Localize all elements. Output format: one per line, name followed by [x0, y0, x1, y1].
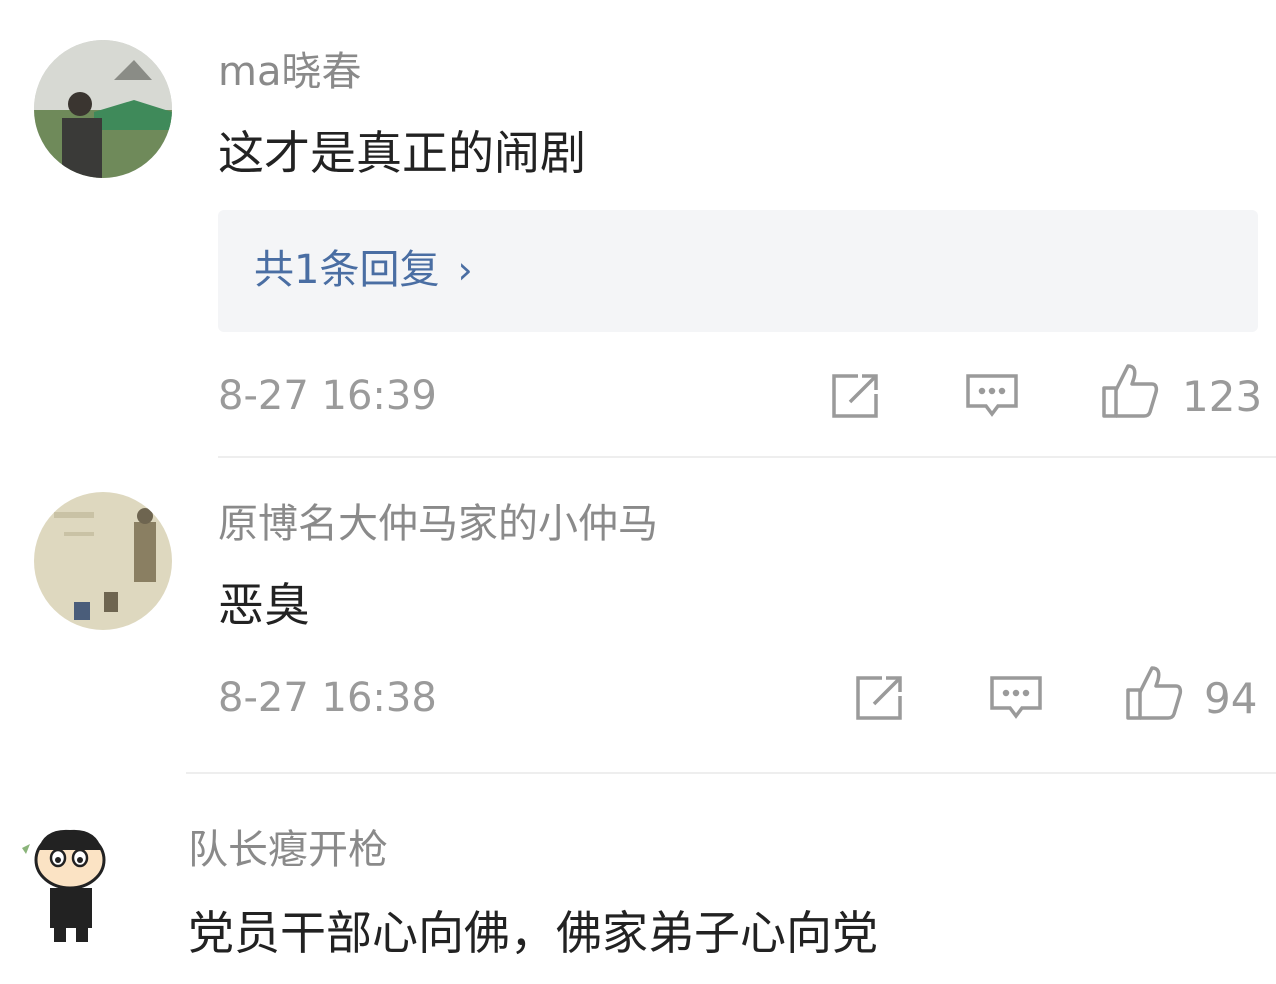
avatar[interactable]: [34, 40, 172, 178]
username[interactable]: ma晓春: [218, 52, 361, 92]
timestamp: 8-27 16:39: [218, 373, 437, 419]
comment-text: 这才是真正的闹剧: [218, 126, 586, 180]
username[interactable]: 队长瘪开枪: [188, 830, 388, 870]
comment-item: 队长瘪开枪 党员干部心向佛，佛家弟子心向党: [0, 776, 1276, 984]
share-icon[interactable]: [852, 674, 906, 726]
timestamp: 8-27 16:38: [218, 675, 437, 721]
divider: [218, 456, 1276, 458]
username[interactable]: 原博名大仲马家的小仲马: [218, 504, 658, 544]
comment-item: ma晓春 这才是真正的闹剧 共1条回复 › 8-27 16:39 123: [0, 0, 1276, 460]
thumbs-up-icon[interactable]: [1124, 664, 1184, 726]
like-count: 94: [1204, 674, 1258, 723]
reply-summary-box[interactable]: 共1条回复 ›: [218, 210, 1258, 332]
view-replies-link[interactable]: 共1条回复 ›: [254, 250, 473, 290]
comment-icon[interactable]: [988, 674, 1044, 726]
comment-text: 党员干部心向佛，佛家弟子心向党: [188, 906, 878, 960]
like-count: 123: [1182, 372, 1263, 421]
divider: [186, 772, 1276, 774]
chevron-right-icon: ›: [457, 248, 473, 292]
share-icon[interactable]: [828, 372, 882, 424]
reply-count-label: 共1条回复: [254, 247, 440, 293]
comment-text: 恶臭: [218, 578, 310, 632]
comment-icon[interactable]: [964, 372, 1020, 424]
avatar[interactable]: [34, 492, 172, 630]
avatar[interactable]: [4, 814, 136, 946]
comment-item: 原博名大仲马家的小仲马 恶臭 8-27 16:38 94: [0, 460, 1276, 776]
thumbs-up-icon[interactable]: [1100, 362, 1160, 424]
